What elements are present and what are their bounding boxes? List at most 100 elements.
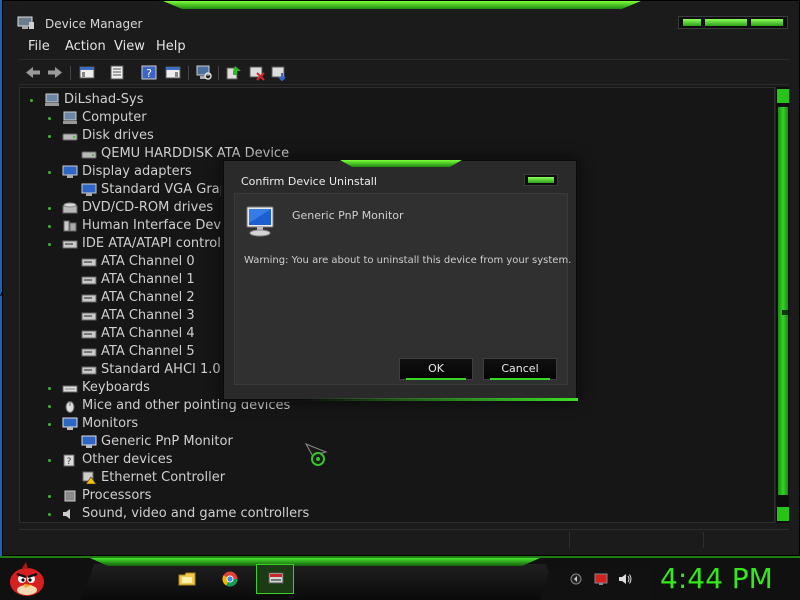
volume-speaker-icon[interactable] [618,573,632,585]
processor-icon [64,490,76,502]
computer-icon [63,111,77,124]
display-adapter-icon [81,183,97,196]
title-bar[interactable]: Device Manager [3,9,799,37]
taskbar-clock[interactable]: 4:44 PM [660,562,773,595]
show-hidden-icons-icon[interactable] [569,573,583,585]
busy-cursor-icon [304,443,328,466]
taskbar: 4:44 PM [0,556,800,600]
toolbar: ? [19,59,789,85]
action-center-flag-icon[interactable] [594,573,608,585]
tree-category[interactable]: Monitors [48,415,748,433]
warning-device-icon [82,471,97,485]
speaker-icon [63,509,70,519]
ide-controller-icon [81,348,97,357]
back-arrow-icon[interactable] [24,64,42,81]
maximize-button[interactable] [705,19,747,26]
update-driver-icon[interactable] [225,64,243,81]
file-explorer-icon[interactable] [178,572,196,586]
mouse-icon [65,401,75,413]
taskbar-device-manager-button[interactable] [256,564,294,594]
taskbar-glow [90,558,540,566]
tree-item-label: ATA Channel 1 [101,272,195,287]
forward-arrow-icon[interactable] [46,64,64,81]
menu-help[interactable]: Help [156,39,186,54]
ok-button[interactable]: OK [399,358,473,380]
tree-expander[interactable] [48,207,51,210]
show-hide-console-tree-icon[interactable] [78,64,96,81]
tree-item-label: Disk drives [82,128,154,143]
toolbar-separator [70,66,71,80]
taskbar-center-panel [80,564,560,600]
close-button[interactable] [751,19,783,26]
scan-hardware-icon[interactable] [195,64,213,81]
tree-item-label: ATA Channel 4 [101,326,195,341]
menu-action[interactable]: Action [65,39,106,54]
dvd-drive-icon [62,202,78,214]
monitor-icon [81,435,97,448]
tree-device[interactable]: Ethernet Controller [67,469,767,487]
disk-drive-icon [62,133,78,141]
status-segment [703,532,789,548]
taskbar-top-line [0,556,800,558]
tree-item-label: ATA Channel 3 [101,308,195,323]
tree-category[interactable]: Computer [48,109,748,127]
tree-item-label: ATA Channel 5 [101,344,195,359]
tree-expander[interactable] [48,135,51,138]
tree-expander[interactable] [48,171,51,174]
ide-controller-icon [62,240,78,249]
window-top-glow [163,1,641,9]
action-pane-icon[interactable] [164,64,182,81]
disable-device-icon[interactable] [248,64,266,81]
svg-text:?: ? [146,67,152,80]
tree-device[interactable]: Generic PnP Monitor [67,433,767,451]
tree-category[interactable]: ? Other devices [48,451,748,469]
dialog-top-glow [340,160,462,167]
start-button-angry-bird-icon[interactable] [6,560,48,598]
ide-controller-icon [81,366,97,375]
scroll-down-button[interactable] [777,507,789,521]
dialog-close-button[interactable] [524,174,558,186]
tree-root-label: DiLshad-Sys [64,92,144,107]
ide-controller-icon [81,330,97,339]
dialog-bottom-glow [304,398,578,401]
vertical-scrollbar[interactable] [775,87,789,523]
menu-view[interactable]: View [114,39,145,54]
hid-icon [63,220,77,232]
tree-category[interactable]: Disk drives [48,127,748,145]
properties-icon[interactable] [108,64,126,81]
tree-category[interactable]: Processors [48,487,748,505]
svg-text:?: ? [67,457,72,467]
cancel-button[interactable]: Cancel [483,358,557,380]
help-icon[interactable]: ? [140,64,158,81]
scroll-up-button[interactable] [777,89,789,103]
tree-root[interactable]: DiLshad-Sys [30,91,230,109]
tree-expander[interactable] [48,243,51,246]
tree-item-label: DVD/CD-ROM drives [82,200,214,215]
disk-drive-icon [81,151,97,159]
scrollbar-thumb[interactable] [778,107,788,495]
tree-expander[interactable] [48,423,51,426]
menu-file[interactable]: File [28,39,50,54]
ide-controller-icon [81,294,97,303]
ide-controller-icon [81,312,97,321]
tree-expander[interactable] [48,459,51,462]
tree-expander[interactable] [48,117,51,120]
chrome-icon[interactable] [222,571,238,587]
tree-item-label: Other devices [82,452,173,467]
device-manager-icon [17,16,34,29]
device-manager-icon [268,572,284,584]
tree-expander[interactable] [30,99,33,102]
dialog-title: Confirm Device Uninstall [241,175,377,188]
ide-controller-icon [81,276,97,285]
minimize-button[interactable] [683,19,701,26]
status-bar [19,529,789,549]
tree-item-label: Monitors [82,416,139,431]
tree-expander[interactable] [48,225,51,228]
tree-expander[interactable] [48,513,51,516]
tree-category[interactable]: Sound, video and game controllers [48,505,748,522]
tree-expander[interactable] [48,495,51,498]
tree-item-label: Computer [82,110,147,125]
tree-expander[interactable] [48,405,51,408]
tree-expander[interactable] [48,387,51,390]
uninstall-device-icon[interactable] [270,64,288,81]
